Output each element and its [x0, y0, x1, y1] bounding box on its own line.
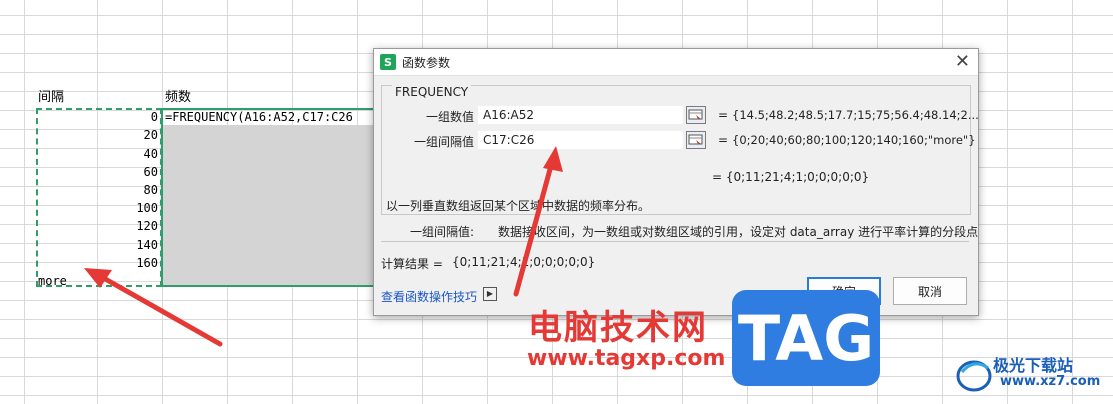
watermark-site-name: 电脑技术网	[528, 308, 708, 348]
watermark-xz-name: 极光下载站	[993, 356, 1074, 375]
arrow-to-bins-input	[513, 146, 563, 297]
watermark-site-url: www.tagxp.com	[527, 346, 726, 371]
arrow-to-more-cell	[84, 268, 223, 347]
watermark-xz-url: www.xz7.com	[1000, 374, 1101, 389]
tag-logo: TAG	[732, 290, 880, 386]
